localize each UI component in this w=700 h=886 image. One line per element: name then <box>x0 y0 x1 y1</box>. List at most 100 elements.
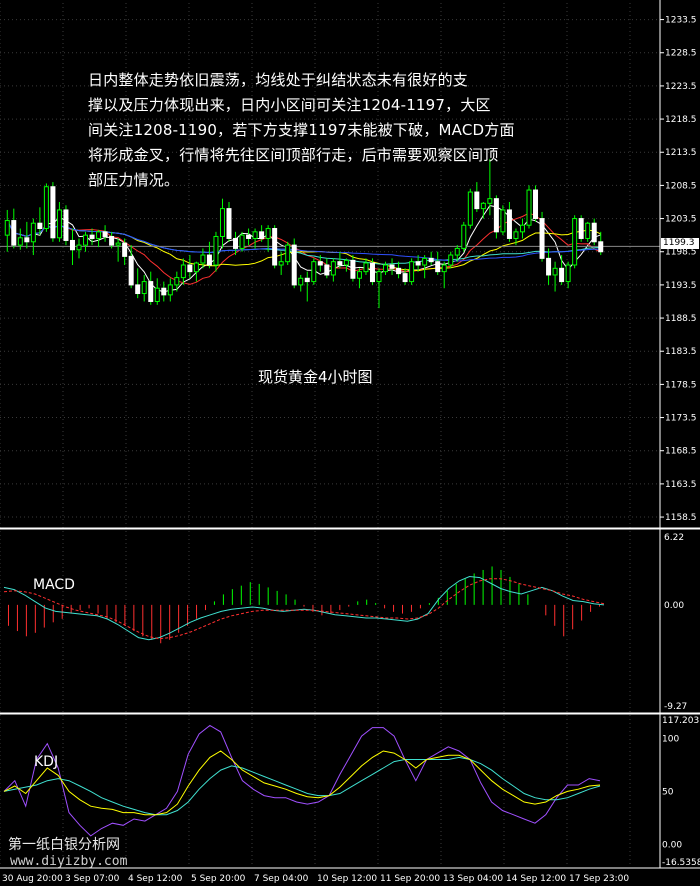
annotation-line: 部压力情况。 <box>88 171 180 189</box>
time-axis-ticks: 30 Aug 20:00 3 Sep 07:00 4 Sep 12:00 5 Sep … <box>2 874 629 884</box>
time-tick-label: 3 Sep 07:00 <box>65 874 120 884</box>
candle-bear <box>559 267 565 283</box>
candle-bull <box>298 277 304 286</box>
candle-bull <box>461 224 467 249</box>
candle-bull <box>252 231 258 239</box>
candle-bull <box>56 209 62 239</box>
candle-bull <box>213 235 219 266</box>
price-tick-label: 1163.5 <box>665 480 697 490</box>
candle-bear <box>37 222 43 230</box>
kdj-tick-label: 0.00 <box>662 840 682 850</box>
candle-bull <box>174 277 180 286</box>
candle-bull <box>83 234 89 246</box>
candle-bull <box>180 264 186 279</box>
macd-tick-label: -9.27 <box>664 702 687 712</box>
candle-bull <box>526 189 532 226</box>
price-tick-label: 1213.5 <box>665 148 697 158</box>
candle-bull <box>343 259 349 266</box>
candle-bear <box>539 218 545 259</box>
candle-bull <box>448 254 454 266</box>
candle-bull <box>585 222 591 239</box>
candle-bull <box>239 234 245 249</box>
candle-bear <box>578 218 584 239</box>
candle-bear <box>246 234 252 239</box>
candle-bull <box>383 264 389 273</box>
price-tick-label: 1223.5 <box>665 82 697 92</box>
candle-bear <box>69 239 75 251</box>
macd-label: MACD <box>33 577 75 593</box>
candle-bear <box>324 264 330 276</box>
candle-bull <box>43 186 49 230</box>
candle-bull <box>96 231 102 239</box>
candle-bull <box>513 231 519 239</box>
price-tick-label: 1188.5 <box>665 314 697 324</box>
candle-bull <box>141 281 147 295</box>
macd-tick-label: 0.00 <box>664 601 684 611</box>
watermark-text: 第一纸白银分析网 <box>8 837 120 853</box>
candle-bear <box>591 222 597 243</box>
candle-bull <box>311 261 317 283</box>
candle-bear <box>24 237 30 243</box>
candle-bull <box>265 228 271 239</box>
time-tick-label: 30 Aug 20:00 <box>2 874 63 884</box>
kdj-k-line <box>3 750 601 816</box>
watermark-url: www.diyizby.com <box>10 854 128 869</box>
price-tick-label: 1208.5 <box>665 181 697 191</box>
time-tick-label: 17 Sep 23:00 <box>569 874 629 884</box>
candle-bull <box>4 220 10 236</box>
candle-bull <box>376 271 382 283</box>
candle-bull <box>467 191 473 226</box>
annotation-line: 将形成金叉，行情将先往区间顶部行走，后市需要观察区间顶 <box>88 146 499 164</box>
candle-bear <box>428 257 434 263</box>
price-tick-label: 1233.5 <box>665 16 697 26</box>
candle-bear <box>506 209 512 239</box>
candle-bear <box>389 264 395 269</box>
price-axis-ticks: 1233.5 1228.5 1223.5 1218.5 1213.5 1208.5 1203… <box>660 16 700 868</box>
candle-bull <box>487 198 493 204</box>
macd-tick-label: 6.22 <box>664 533 684 543</box>
candle-bear <box>474 191 480 210</box>
candle-bear <box>50 186 56 239</box>
candle-bull <box>167 284 173 296</box>
candle-bear <box>187 264 193 273</box>
price-tick-label: 1173.5 <box>665 414 697 424</box>
candle-bull <box>17 237 23 246</box>
time-tick-label: 10 Sep 12:00 <box>317 874 377 884</box>
candle-bear <box>493 198 499 233</box>
price-tick-label: 1218.5 <box>665 115 697 125</box>
candle-bull <box>500 209 506 233</box>
candle-bull <box>30 222 36 243</box>
kdj-d-line <box>3 756 601 816</box>
candle-bear <box>369 262 375 283</box>
price-tick-label: 1228.5 <box>665 49 697 59</box>
candle-bear <box>350 259 356 279</box>
candle-bull <box>454 247 460 256</box>
candle-bear <box>272 228 278 266</box>
candle-bear <box>102 231 108 237</box>
kdj-tick-label: 117.2031 <box>662 716 700 726</box>
current-price-tag: 1199.3 <box>661 238 699 249</box>
annotation-line: 日内整体走势依旧震荡，均线处于纠结状态未有很好的支 <box>88 71 469 89</box>
candle-bear <box>598 241 604 253</box>
candle-bull <box>572 218 578 266</box>
candle-bear <box>546 257 552 276</box>
time-tick-label: 5 Sep 20:00 <box>191 874 246 884</box>
price-tick-label: 1193.5 <box>665 281 697 291</box>
candle-bull <box>285 244 291 263</box>
time-tick-label: 4 Sep 12:00 <box>128 874 183 884</box>
candle-bear <box>226 208 232 239</box>
candle-bear <box>89 234 95 239</box>
time-tick-label: 7 Sep 04:00 <box>254 874 309 884</box>
candle-bear <box>396 267 402 275</box>
candle-bear <box>128 255 134 286</box>
chart-title: 现货黄金4小时图 <box>258 368 373 386</box>
annotation-line: 间关注1208-1190，若下方支撑1197未能被下破，MACD方面 <box>88 121 515 139</box>
candle-bull <box>480 202 486 210</box>
candle-bull <box>519 224 525 233</box>
candle-bear <box>161 287 167 296</box>
candle-bear <box>533 189 539 220</box>
kdj-j-line <box>3 724 601 837</box>
time-tick-label: 13 Sep 04:00 <box>443 874 503 884</box>
candle-bull <box>154 287 160 302</box>
price-tick-label: 1178.5 <box>665 380 697 390</box>
